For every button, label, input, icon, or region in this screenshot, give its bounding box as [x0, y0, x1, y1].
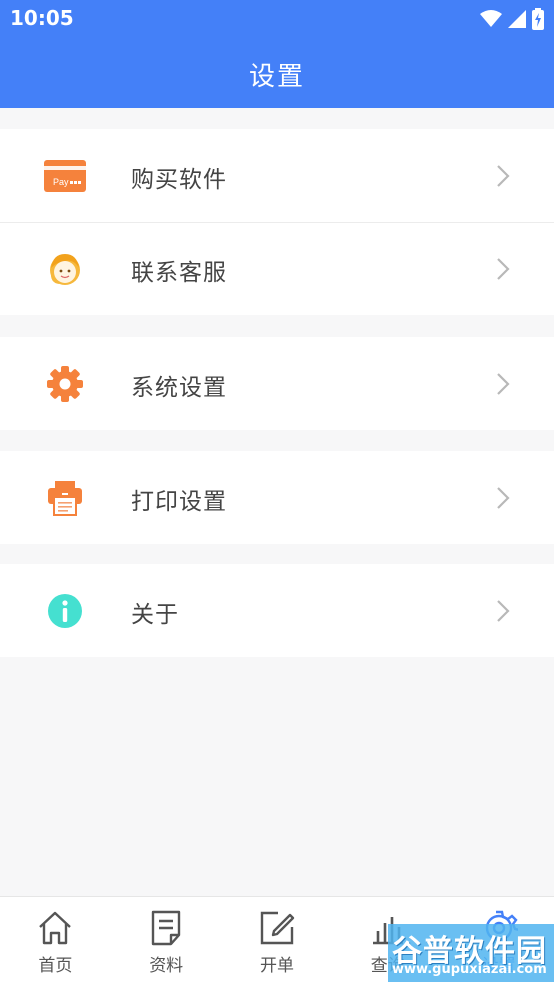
- menu-item-label: 关于: [131, 602, 179, 628]
- menu-item-print-settings[interactable]: 打印设置: [0, 451, 554, 544]
- home-icon: [39, 911, 72, 945]
- chevron-right-icon: [497, 600, 510, 622]
- edit-icon: [260, 911, 295, 945]
- menu-item-buy-software[interactable]: Pay 购买软件: [0, 129, 554, 222]
- menu-group-system: 系统设置: [0, 337, 554, 430]
- menu-item-label: 打印设置: [131, 489, 227, 515]
- gear-icon: [44, 364, 86, 404]
- wifi-icon: [480, 10, 502, 27]
- status-bar: 10:05: [0, 0, 554, 40]
- menu-group-print: 打印设置: [0, 451, 554, 544]
- menu-item-label: 购买软件: [131, 167, 227, 193]
- menu-group-account: Pay 购买软件 联系客服: [0, 129, 554, 315]
- chevron-right-icon: [497, 373, 510, 395]
- battery-icon: [532, 8, 544, 30]
- menu-item-label: 联系客服: [131, 260, 227, 286]
- tab-create-order[interactable]: 开单: [222, 897, 333, 985]
- pay-icon-text: Pay: [53, 177, 69, 187]
- info-icon: [44, 591, 86, 631]
- document-icon: [151, 910, 181, 946]
- chevron-right-icon: [497, 165, 510, 187]
- tab-label: 首页: [38, 956, 73, 976]
- menu-item-about[interactable]: 关于: [0, 564, 554, 657]
- tab-home[interactable]: 首页: [0, 897, 111, 985]
- status-icons: [480, 8, 544, 30]
- watermark-url: www.gupuxiazai.com: [392, 962, 547, 977]
- page-title: 设置: [248, 61, 305, 92]
- pay-card-icon: Pay: [44, 156, 86, 196]
- printer-icon: [44, 478, 86, 518]
- watermark-banner: 谷普软件园 www.gupuxiazai.com: [388, 924, 554, 982]
- chevron-right-icon: [497, 258, 510, 280]
- tab-data[interactable]: 资料: [111, 897, 222, 985]
- status-time: 10:05: [10, 6, 74, 30]
- menu-item-label: 系统设置: [131, 375, 227, 401]
- menu-item-system-settings[interactable]: 系统设置: [0, 337, 554, 430]
- menu-group-about: 关于: [0, 564, 554, 657]
- menu-item-contact-service[interactable]: 联系客服: [0, 222, 554, 315]
- chevron-right-icon: [497, 487, 510, 509]
- tab-label: 开单: [259, 956, 294, 976]
- customer-service-icon: [44, 249, 86, 289]
- tab-label: 资料: [149, 956, 184, 976]
- app-header: 设置: [0, 40, 554, 108]
- signal-icon: [508, 10, 526, 28]
